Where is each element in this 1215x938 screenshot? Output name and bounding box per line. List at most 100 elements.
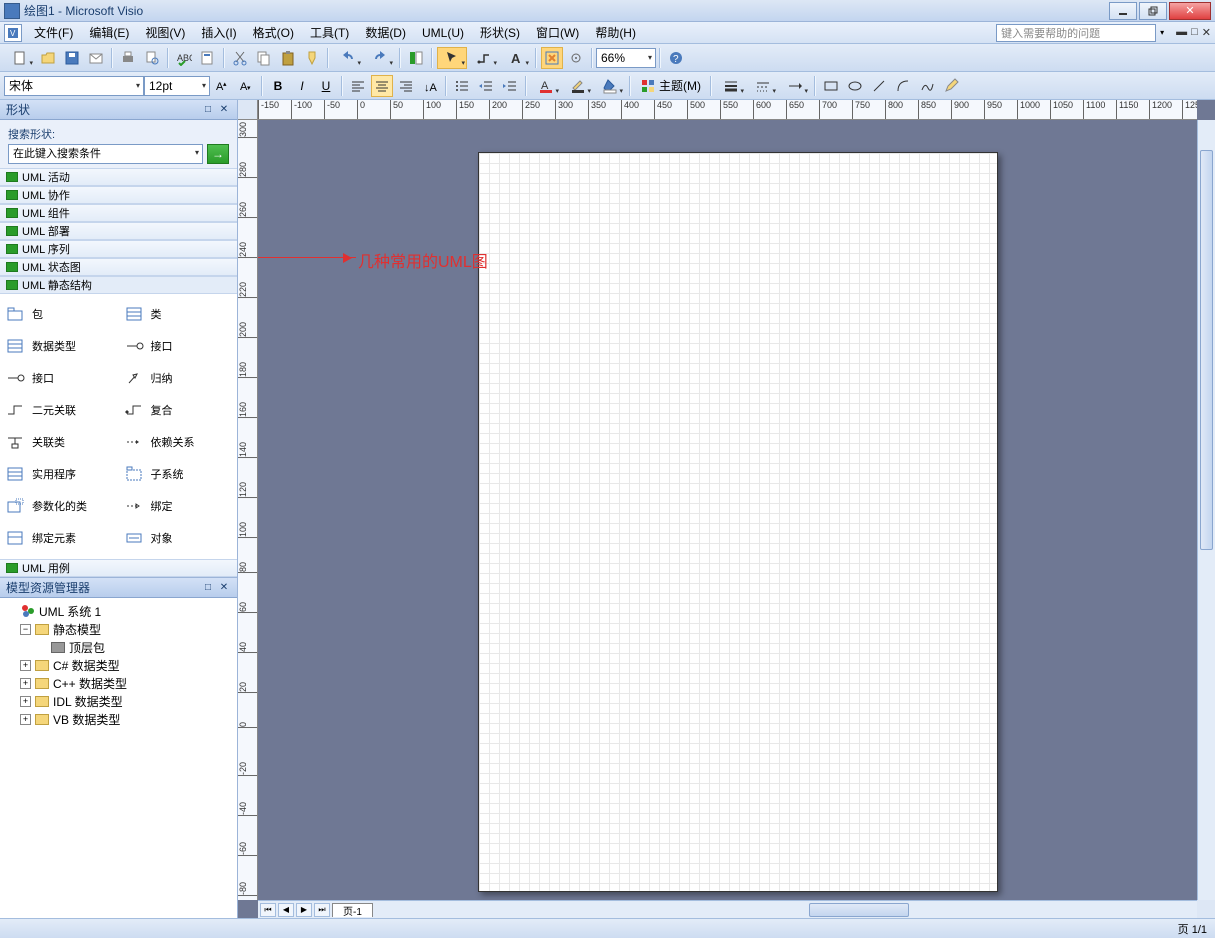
stencil-header[interactable]: UML 静态结构 (0, 276, 237, 294)
line-pattern-button[interactable] (748, 75, 778, 97)
undo-button[interactable] (333, 47, 363, 69)
print-preview-button[interactable] (141, 47, 163, 69)
tree-top-package[interactable]: 顶层包 (2, 638, 235, 656)
new-button[interactable] (5, 47, 35, 69)
line-color-button[interactable] (563, 75, 593, 97)
first-page-button[interactable]: ⏮ (260, 903, 276, 917)
stencil-header[interactable]: UML 序列 (0, 240, 237, 258)
scrollbar-thumb[interactable] (1200, 150, 1213, 550)
menu-shape[interactable]: 形状(S) (472, 22, 528, 43)
format-painter-button[interactable] (301, 47, 323, 69)
panel-pin-icon[interactable]: □ (201, 581, 215, 595)
shape-stencil-item[interactable]: 子系统 (125, 460, 232, 488)
open-button[interactable] (37, 47, 59, 69)
shape-stencil-item[interactable]: 复合 (125, 396, 232, 424)
tree-datatype-item[interactable]: +C# 数据类型 (2, 656, 235, 674)
shape-stencil-item[interactable]: 绑定元素 (6, 524, 113, 552)
paste-button[interactable] (277, 47, 299, 69)
shapes-window-button[interactable] (405, 47, 427, 69)
rectangle-tool-button[interactable] (820, 75, 842, 97)
menu-window[interactable]: 窗口(W) (528, 22, 587, 43)
underline-button[interactable]: U (315, 75, 337, 97)
tree-root[interactable]: UML 系统 1 (2, 602, 235, 620)
scrollbar-thumb[interactable] (809, 903, 909, 917)
freeform-tool-button[interactable] (916, 75, 938, 97)
align-left-button[interactable] (347, 75, 369, 97)
line-tool-button[interactable] (868, 75, 890, 97)
shape-stencil-item[interactable]: 接口 (125, 332, 232, 360)
pencil-tool-button[interactable] (940, 75, 962, 97)
shape-stencil-item[interactable]: 接口 (6, 364, 113, 392)
stencil-uml-usecase[interactable]: UML 用例 (0, 559, 237, 577)
panel-close-icon[interactable]: ✕ (217, 103, 231, 117)
print-button[interactable] (117, 47, 139, 69)
search-shapes-input[interactable]: 在此键入搜索条件 (8, 144, 203, 164)
arc-tool-button[interactable] (892, 75, 914, 97)
shape-stencil-item[interactable]: 关联类 (6, 428, 113, 456)
decrease-indent-button[interactable] (475, 75, 497, 97)
menu-uml[interactable]: UML(U) (414, 24, 472, 42)
connection-point-button[interactable] (541, 47, 563, 69)
close-button[interactable]: ✕ (1169, 2, 1211, 20)
panel-close-icon[interactable]: ✕ (217, 581, 231, 595)
stencil-header[interactable]: UML 活动 (0, 168, 237, 186)
help-dropdown-icon[interactable]: ▾ (1160, 28, 1164, 37)
pointer-tool-button[interactable] (437, 47, 467, 69)
line-ends-button[interactable] (780, 75, 810, 97)
drawing-canvas[interactable]: 几种常用的UML图 (258, 120, 1197, 900)
connector-tool-button[interactable] (469, 47, 499, 69)
font-select[interactable]: 宋体 (4, 76, 144, 96)
doc-minimize-button[interactable]: ▬ (1176, 26, 1187, 39)
shape-stencil-item[interactable]: 类 (125, 300, 232, 328)
search-go-button[interactable]: → (207, 144, 229, 164)
save-button[interactable] (61, 47, 83, 69)
tree-datatype-item[interactable]: +C++ 数据类型 (2, 674, 235, 692)
menu-help[interactable]: 帮助(H) (587, 22, 644, 43)
last-page-button[interactable]: ⏭ (314, 903, 330, 917)
page-tab-1[interactable]: 页-1 (332, 903, 373, 917)
cut-button[interactable] (229, 47, 251, 69)
vertical-scrollbar[interactable] (1197, 120, 1215, 900)
menu-tools[interactable]: 工具(T) (302, 22, 357, 43)
menu-view[interactable]: 视图(V) (137, 22, 193, 43)
shape-stencil-item[interactable]: 包 (6, 300, 113, 328)
menu-edit[interactable]: 编辑(E) (81, 22, 137, 43)
crop-tool-button[interactable] (565, 47, 587, 69)
menu-file[interactable]: 文件(F) (26, 22, 81, 43)
menu-data[interactable]: 数据(D) (357, 22, 414, 43)
spelling-button[interactable]: ABC (173, 47, 195, 69)
redo-button[interactable] (365, 47, 395, 69)
minimize-button[interactable] (1109, 2, 1137, 20)
increase-font-button[interactable]: A▴ (211, 75, 233, 97)
stencil-header[interactable]: UML 协作 (0, 186, 237, 204)
align-justify-button[interactable]: ↓A (419, 75, 441, 97)
shape-stencil-item[interactable]: 对象 (125, 524, 232, 552)
line-weight-button[interactable] (716, 75, 746, 97)
horizontal-scrollbar[interactable]: ⏮ ◀ ▶ ⏭ 页-1 (258, 900, 1197, 918)
panel-pin-icon[interactable]: □ (201, 103, 215, 117)
restore-button[interactable] (1139, 2, 1167, 20)
align-right-button[interactable] (395, 75, 417, 97)
font-size-select[interactable]: 12pt (144, 76, 210, 96)
theme-button[interactable]: 主题(M) (635, 75, 706, 97)
email-button[interactable] (85, 47, 107, 69)
stencil-header[interactable]: UML 组件 (0, 204, 237, 222)
shape-stencil-item[interactable]: 依赖关系 (125, 428, 232, 456)
bold-button[interactable]: B (267, 75, 289, 97)
next-page-button[interactable]: ▶ (296, 903, 312, 917)
bullets-button[interactable] (451, 75, 473, 97)
copy-button[interactable] (253, 47, 275, 69)
font-color-button[interactable]: A (531, 75, 561, 97)
doc-close-button[interactable]: ✕ (1202, 26, 1211, 39)
italic-button[interactable]: I (291, 75, 313, 97)
research-button[interactable] (197, 47, 219, 69)
shape-stencil-item[interactable]: 数据类型 (6, 332, 113, 360)
drawing-page[interactable] (478, 152, 998, 892)
decrease-font-button[interactable]: A▾ (235, 75, 257, 97)
doc-restore-button[interactable]: □ (1191, 26, 1198, 39)
tree-static-model[interactable]: −静态模型 (2, 620, 235, 638)
shape-stencil-item[interactable]: 实用程序 (6, 460, 113, 488)
shape-stencil-item[interactable]: 绑定 (125, 492, 232, 520)
shape-stencil-item[interactable]: 参数化的类 (6, 492, 113, 520)
tree-datatype-item[interactable]: +IDL 数据类型 (2, 692, 235, 710)
